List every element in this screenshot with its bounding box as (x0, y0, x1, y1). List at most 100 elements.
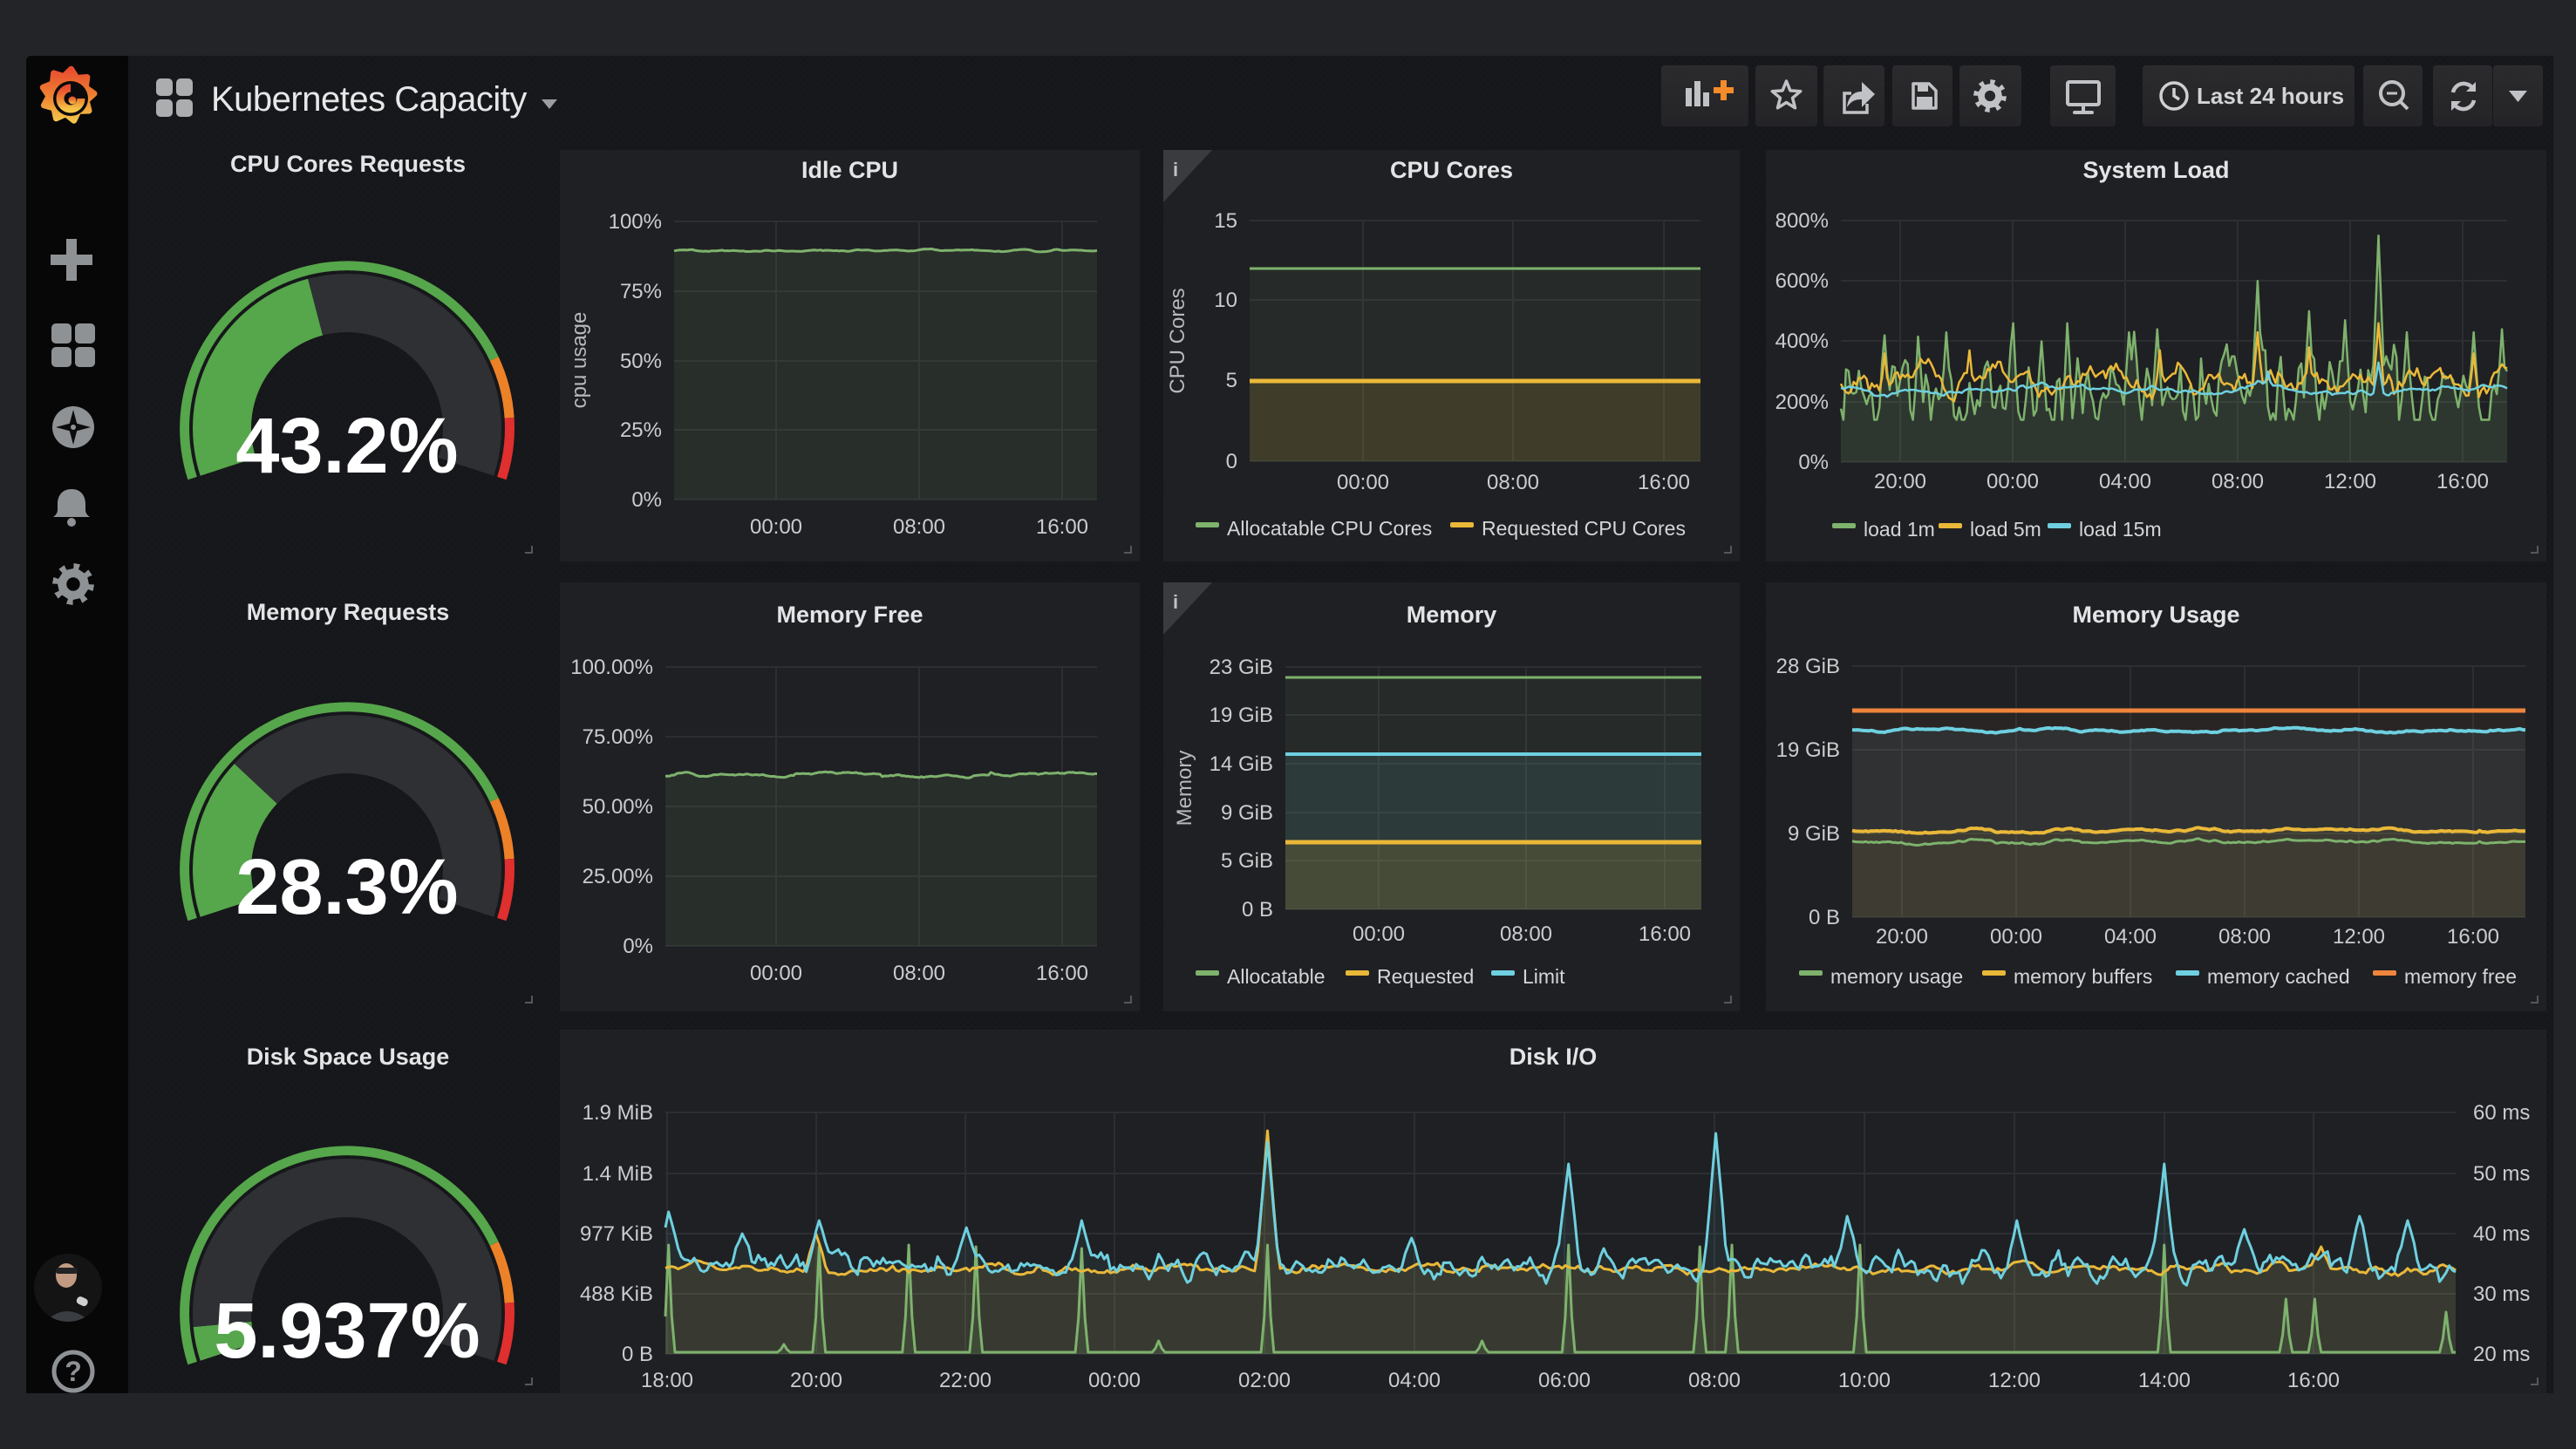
svg-text:30 ms: 30 ms (2473, 1282, 2530, 1306)
svg-text:28.3%: 28.3% (235, 844, 458, 931)
svg-text:100.00%: 100.00% (570, 656, 653, 679)
svg-text:load 1m: load 1m (1864, 518, 1935, 541)
svg-text:0%: 0% (623, 935, 653, 958)
svg-text:50 ms: 50 ms (2473, 1162, 2530, 1186)
svg-text:23 GiB: 23 GiB (1210, 656, 1273, 679)
svg-text:00:00: 00:00 (750, 515, 802, 539)
svg-text:50%: 50% (620, 350, 662, 373)
svg-text:08:00: 08:00 (1500, 922, 1552, 946)
svg-text:19 GiB: 19 GiB (1210, 704, 1273, 727)
svg-text:06:00: 06:00 (1538, 1369, 1591, 1392)
svg-text:Allocatable: Allocatable (1227, 965, 1325, 988)
svg-text:9 GiB: 9 GiB (1221, 801, 1273, 825)
svg-text:memory usage: memory usage (1830, 965, 1963, 988)
svg-text:Idle CPU: Idle CPU (801, 157, 898, 183)
svg-text:12:00: 12:00 (2333, 925, 2385, 949)
svg-text:08:00: 08:00 (2211, 470, 2264, 493)
svg-text:22:00: 22:00 (939, 1369, 992, 1392)
svg-text:75%: 75% (620, 280, 662, 303)
svg-text:0: 0 (1226, 450, 1237, 473)
svg-text:i: i (1173, 591, 1178, 613)
svg-text:14 GiB: 14 GiB (1210, 752, 1273, 776)
svg-text:i: i (1173, 159, 1178, 180)
svg-text:5.937%: 5.937% (214, 1288, 480, 1375)
svg-text:?: ? (65, 1356, 82, 1387)
svg-text:75.00%: 75.00% (583, 725, 653, 749)
svg-text:Memory Requests: Memory Requests (247, 599, 450, 625)
svg-text:20:00: 20:00 (1874, 470, 1926, 493)
svg-text:Disk I/O: Disk I/O (1509, 1044, 1598, 1070)
svg-text:00:00: 00:00 (1987, 470, 2039, 493)
svg-text:memory buffers: memory buffers (2014, 965, 2152, 988)
svg-text:60 ms: 60 ms (2473, 1101, 2530, 1125)
svg-text:CPU Cores: CPU Cores (1390, 157, 1513, 183)
svg-text:50.00%: 50.00% (583, 795, 653, 819)
svg-text:10:00: 10:00 (1838, 1369, 1891, 1392)
svg-text:00:00: 00:00 (1353, 922, 1405, 946)
svg-text:cpu usage: cpu usage (568, 312, 591, 409)
svg-text:Requested CPU Cores: Requested CPU Cores (1482, 517, 1686, 540)
svg-text:488 KiB: 488 KiB (580, 1282, 653, 1306)
svg-text:System Load: System Load (2082, 157, 2229, 183)
svg-text:16:00: 16:00 (2447, 925, 2499, 949)
svg-text:00:00: 00:00 (1337, 471, 1389, 494)
svg-text:5 GiB: 5 GiB (1221, 849, 1273, 873)
svg-text:12:00: 12:00 (2324, 470, 2376, 493)
svg-text:CPU Cores: CPU Cores (1166, 288, 1189, 393)
svg-text:0 B: 0 B (1242, 898, 1273, 922)
svg-text:Memory: Memory (1407, 602, 1497, 628)
svg-text:400%: 400% (1775, 330, 1829, 353)
svg-text:0%: 0% (1798, 451, 1829, 474)
svg-text:memory cached: memory cached (2207, 965, 2350, 988)
svg-text:25%: 25% (620, 418, 662, 442)
svg-text:5: 5 (1226, 369, 1237, 392)
svg-text:16:00: 16:00 (2287, 1369, 2340, 1392)
svg-text:Allocatable CPU Cores: Allocatable CPU Cores (1227, 517, 1432, 540)
svg-text:200%: 200% (1775, 391, 1829, 414)
svg-text:16:00: 16:00 (1639, 922, 1691, 946)
svg-text:16:00: 16:00 (2436, 470, 2489, 493)
svg-text:04:00: 04:00 (1388, 1369, 1441, 1392)
svg-text:15: 15 (1214, 209, 1237, 233)
svg-text:20:00: 20:00 (790, 1369, 842, 1392)
svg-text:00:00: 00:00 (1990, 925, 2042, 949)
svg-text:08:00: 08:00 (1688, 1369, 1741, 1392)
svg-text:08:00: 08:00 (893, 962, 945, 985)
svg-text:16:00: 16:00 (1036, 962, 1088, 985)
svg-text:00:00: 00:00 (750, 962, 802, 985)
svg-text:16:00: 16:00 (1638, 471, 1690, 494)
svg-text:Memory Free: Memory Free (776, 602, 923, 628)
svg-text:Memory Usage: Memory Usage (2072, 602, 2239, 628)
svg-text:Last 24 hours: Last 24 hours (2197, 83, 2344, 109)
svg-text:02:00: 02:00 (1238, 1369, 1291, 1392)
svg-text:20:00: 20:00 (1876, 925, 1928, 949)
svg-text:Limit: Limit (1523, 965, 1565, 988)
svg-text:19 GiB: 19 GiB (1776, 738, 1840, 762)
svg-text:Requested: Requested (1377, 965, 1474, 988)
svg-text:00:00: 00:00 (1088, 1369, 1141, 1392)
svg-text:08:00: 08:00 (893, 515, 945, 539)
svg-text:40 ms: 40 ms (2473, 1222, 2530, 1246)
svg-text:04:00: 04:00 (2099, 470, 2151, 493)
svg-text:load 5m: load 5m (1970, 518, 2041, 541)
svg-text:1.9 MiB: 1.9 MiB (583, 1101, 653, 1125)
svg-text:25.00%: 25.00% (583, 865, 653, 888)
svg-text:Disk Space Usage: Disk Space Usage (247, 1044, 450, 1070)
svg-text:9 GiB: 9 GiB (1788, 822, 1840, 846)
svg-text:20 ms: 20 ms (2473, 1343, 2530, 1366)
svg-text:800%: 800% (1775, 209, 1829, 233)
svg-text:600%: 600% (1775, 269, 1829, 293)
svg-text:0 B: 0 B (622, 1343, 653, 1366)
svg-text:1.4 MiB: 1.4 MiB (583, 1162, 653, 1186)
svg-text:14:00: 14:00 (2138, 1369, 2191, 1392)
svg-text:977 KiB: 977 KiB (580, 1222, 653, 1246)
svg-text:12:00: 12:00 (1988, 1369, 2041, 1392)
svg-text:08:00: 08:00 (2218, 925, 2271, 949)
svg-text:memory free: memory free (2404, 965, 2517, 988)
svg-text:CPU Cores Requests: CPU Cores Requests (230, 151, 466, 177)
svg-text:18:00: 18:00 (641, 1369, 693, 1392)
svg-text:0%: 0% (631, 488, 662, 512)
svg-text:Memory: Memory (1173, 751, 1196, 827)
svg-text:08:00: 08:00 (1487, 471, 1539, 494)
svg-text:43.2%: 43.2% (235, 403, 458, 490)
